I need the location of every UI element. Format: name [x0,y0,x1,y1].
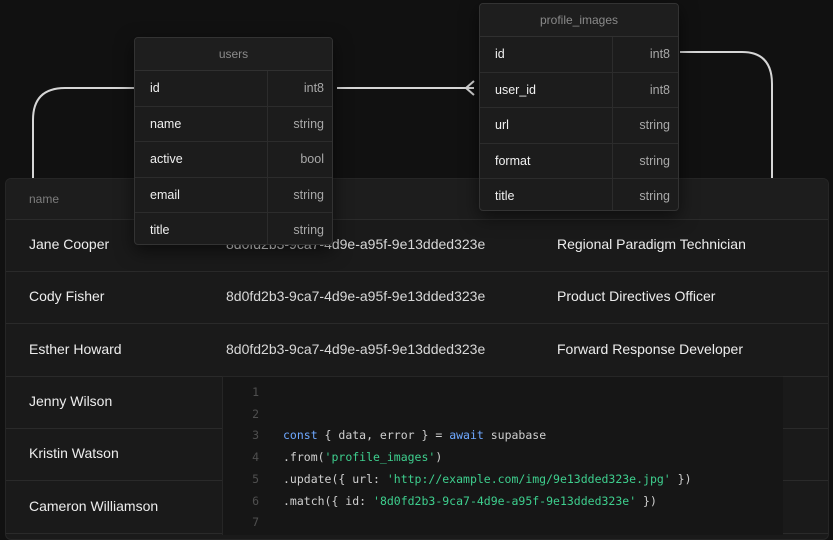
table-row[interactable]: Jane Cooper 8d0fd2b3-9ca7-4d9e-a95f-9e13d… [6,219,828,272]
code-keyword: await [449,428,484,443]
column-divider [612,108,613,143]
field-name: user_id [495,82,536,97]
table-row[interactable]: Esther Howard 8d0fd2b3-9ca7-4d9e-a95f-9e1… [6,324,828,377]
line-number: 5 [252,471,259,486]
crowfoot-icon [464,80,475,96]
column-divider [267,213,268,244]
cell-name: Cody Fisher [29,288,105,305]
table-header: name [6,179,828,220]
field-type: string [639,153,670,168]
field-type: int8 [303,81,324,95]
field-name: title [150,223,170,238]
code-editor[interactable]: 1 2 3 const { data, error } = await supabas… [222,376,783,535]
users-schema-card[interactable]: users id int8 name string active bool email str… [134,37,333,245]
code-source: .match({ id: '8d0fd2b3-9ca7-4d9e-a95f-9e… [283,494,657,508]
code-line: 2 [223,404,783,426]
field-type: string [293,116,324,131]
column-divider [612,37,613,72]
column-divider [267,71,268,106]
field-name: id [150,81,160,95]
line-number: 3 [252,428,259,443]
images-right-connector [680,51,773,178]
profile-images-field-row[interactable]: title string [480,179,678,210]
profile-images-field-row[interactable]: url string [480,108,678,144]
field-type: int8 [649,47,670,61]
code-line: 3 const { data, error } = await supabase [223,425,783,447]
field-name: id [495,47,505,61]
column-divider [267,177,268,213]
table-row[interactable]: Cody Fisher 8d0fd2b3-9ca7-4d9e-a95f-9e13d… [6,271,828,325]
field-type: int8 [649,82,670,97]
code-text: { data, error } = [317,428,450,443]
column-divider [612,143,613,179]
profile-images-schema-title: profile_images [480,4,678,37]
field-type: string [293,187,324,202]
field-type: string [639,189,670,204]
field-type: bool [300,152,324,167]
cell-id: 8d0fd2b3-9ca7-4d9e-a95f-9e13dded323e [226,340,486,357]
line-number: 4 [252,450,259,465]
line-number: 6 [252,493,259,508]
users-schema-title: users [135,38,332,71]
code-line: 4 .from('profile_images') [223,447,783,469]
code-string: '8d0fd2b3-9ca7-4d9e-a95f-9e13dded323e' [373,493,637,508]
code-text: }) [670,471,692,486]
field-name: email [150,187,180,202]
column-divider [267,142,268,177]
code-keyword: const [283,428,318,443]
code-line: 5 .update({ url: 'http://example.com/img/… [223,469,783,491]
code-string: 'profile_images' [324,450,436,465]
line-number: 1 [252,385,259,399]
code-line: 1 [223,382,783,404]
users-field-row[interactable]: id int8 [135,71,332,107]
code-text: .from( [283,450,325,465]
field-type: string [293,223,324,238]
field-name: title [495,189,515,204]
column-divider [612,72,613,108]
users-field-row[interactable]: name string [135,106,332,143]
profile-images-field-row[interactable]: user_id int8 [480,72,678,109]
cell-name: Kristin Watson [29,445,119,462]
profile-images-field-row[interactable]: format string [480,143,678,180]
users-field-row[interactable]: email string [135,177,332,214]
field-name: name [150,116,182,131]
code-line: 6 .match({ id: '8d0fd2b3-9ca7-4d9e-a95f-9… [223,491,783,513]
code-text: .match({ id: [283,493,374,508]
cell-title: Product Directives Officer [557,288,716,305]
code-text: ) [435,450,443,465]
line-number: 2 [252,406,259,421]
profile-images-field-row[interactable]: id int8 [480,37,678,73]
code-text: supabase [483,428,547,443]
field-type: string [639,118,670,133]
code-text: }) [636,493,657,508]
code-line: 7 [223,512,783,534]
code-source: const { data, error } = await supabase [283,428,546,442]
cell-name: Cameron Williamson [29,497,159,514]
users-field-row[interactable]: title string [135,213,332,244]
cell-id: 8d0fd2b3-9ca7-4d9e-a95f-9e13dded323e [226,288,486,305]
cell-name: Jane Cooper [29,236,110,252]
field-name: active [150,152,183,167]
column-divider [612,179,613,210]
field-name: url [495,118,509,133]
code-source: .update({ url: 'http://example.com/img/9… [283,472,692,486]
code-string: 'http://example.com/img/9e13dded323e.jpg… [386,471,671,486]
code-source: .from('profile_images') [283,450,442,464]
users-field-row[interactable]: active bool [135,142,332,178]
column-header-name[interactable]: name [29,192,59,206]
code-text: .update({ url: [283,471,387,486]
cell-title: Regional Paradigm Technician [557,236,746,252]
cell-name: Jenny Wilson [29,392,113,409]
users-left-connector [32,87,134,178]
column-divider [267,106,268,142]
field-name: format [495,153,531,168]
profile-images-schema-card[interactable]: profile_images id int8 user_id int8 url strin… [479,3,679,211]
cell-title: Forward Response Developer [557,340,743,357]
cell-name: Esther Howard [29,340,122,357]
line-number: 7 [252,515,259,530]
